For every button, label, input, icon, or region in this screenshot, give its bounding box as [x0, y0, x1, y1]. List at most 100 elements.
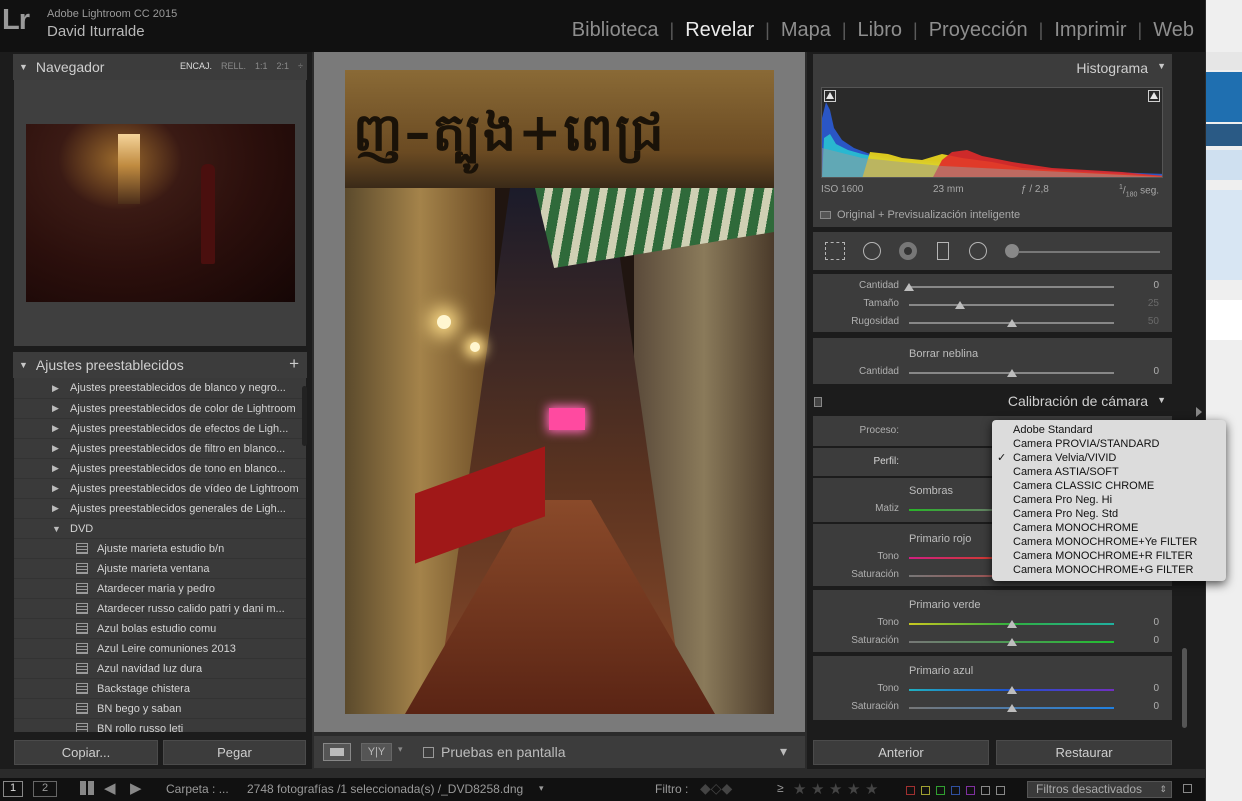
photo-count[interactable]: 2748 fotografías /1 seleccionada(s) /_DV…: [247, 782, 523, 796]
profile-option[interactable]: Camera CLASSIC CHROME: [992, 479, 1226, 493]
noise-size-thumb[interactable]: [955, 301, 966, 309]
profile-option[interactable]: Camera Pro Neg. Hi: [992, 493, 1226, 507]
right-panel-scrollbar[interactable]: [1182, 648, 1187, 728]
preset-item[interactable]: Atardecer maria y pedro: [14, 578, 306, 598]
star-icon[interactable]: ★: [865, 780, 878, 798]
preset-folder-open[interactable]: ▼ DVD: [14, 518, 306, 538]
expand-triangle-icon[interactable]: ▶: [52, 443, 70, 454]
secondary-window-button[interactable]: 2: [33, 781, 57, 797]
tool-slider[interactable]: [1018, 251, 1160, 253]
zoom-fit[interactable]: ENCAJ.: [180, 61, 212, 71]
green-hue-value[interactable]: 0: [1129, 617, 1159, 628]
calibration-toggle-icon[interactable]: [814, 397, 822, 407]
back-arrow-icon[interactable]: ◀: [104, 779, 116, 797]
softproof-checkbox[interactable]: [423, 747, 434, 758]
expand-triangle-icon[interactable]: ▶: [52, 483, 70, 494]
grid-view-icon[interactable]: [80, 781, 94, 795]
blue-hue-value[interactable]: 0: [1129, 683, 1159, 694]
navigator-preview[interactable]: [14, 80, 306, 346]
preset-folder[interactable]: ▶ Ajustes preestablecidos de efectos de L…: [14, 418, 306, 438]
star-icon[interactable]: ★: [829, 780, 842, 798]
primary-window-button[interactable]: 1: [3, 781, 23, 797]
toolbar-menu-icon[interactable]: ▾: [780, 743, 787, 760]
module-proyeccion[interactable]: Proyección: [918, 19, 1039, 42]
collapse-triangle-icon[interactable]: ▼: [19, 360, 28, 370]
module-revelar[interactable]: Revelar: [674, 19, 765, 42]
expand-triangle-icon[interactable]: ▶: [52, 383, 70, 394]
flag-filter-icon[interactable]: ◆◇◆: [700, 780, 732, 797]
purple-label-filter[interactable]: [966, 786, 975, 795]
green-hue-thumb[interactable]: [1006, 620, 1017, 628]
profile-option[interactable]: Adobe Standard: [992, 423, 1226, 437]
filter-lock-icon[interactable]: [1183, 784, 1192, 793]
profile-option[interactable]: ✓ Camera Velvia/VIVID: [992, 451, 1226, 465]
add-preset-icon[interactable]: +: [289, 354, 299, 374]
preset-folder[interactable]: ▶ Ajustes preestablecidos de vídeo de Lig…: [14, 478, 306, 498]
star-icon[interactable]: ★: [847, 780, 860, 798]
green-saturation-thumb[interactable]: [1006, 638, 1017, 646]
module-web[interactable]: Web: [1142, 19, 1205, 42]
before-after-button[interactable]: Y|Y: [361, 743, 392, 761]
blue-saturation-value[interactable]: 0: [1129, 701, 1159, 712]
dehaze-value[interactable]: 0: [1129, 366, 1159, 377]
adjustment-brush-icon[interactable]: [1005, 244, 1019, 258]
noise-size-value[interactable]: 25: [1129, 298, 1159, 309]
profile-option[interactable]: Camera MONOCHROME+Ye FILTER: [992, 535, 1226, 549]
graduated-filter-icon[interactable]: [937, 242, 949, 260]
reset-button[interactable]: Restaurar: [996, 740, 1172, 765]
preset-folder[interactable]: ▶ Ajustes preestablecidos de blanco y neg…: [14, 378, 306, 398]
module-libro[interactable]: Libro: [847, 19, 913, 42]
preset-folder[interactable]: ▶ Ajustes preestablecidos de tono en blan…: [14, 458, 306, 478]
radial-filter-icon[interactable]: [969, 242, 987, 260]
red-label-filter[interactable]: [906, 786, 915, 795]
preset-item[interactable]: Backstage chistera: [14, 678, 306, 698]
module-mapa[interactable]: Mapa: [770, 19, 842, 42]
preset-folder[interactable]: ▶ Ajustes preestablecidos de filtro en bl…: [14, 438, 306, 458]
main-photo[interactable]: ញ–ត្បូង+ពេជ្រ: [345, 70, 774, 714]
profile-option[interactable]: Camera MONOCHROME+G FILTER: [992, 563, 1226, 577]
crop-tool-icon[interactable]: [825, 242, 845, 260]
expand-triangle-icon[interactable]: ▶: [52, 423, 70, 434]
profile-option[interactable]: Camera Pro Neg. Std: [992, 507, 1226, 521]
module-biblioteca[interactable]: Biblioteca: [561, 19, 670, 42]
noise-amount-value[interactable]: 0: [1129, 280, 1159, 291]
expand-triangle-icon[interactable]: ▶: [52, 463, 70, 474]
zoom-fill[interactable]: RELL.: [221, 61, 246, 71]
zoom-1-1[interactable]: 1:1: [255, 61, 268, 71]
before-after-menu-icon[interactable]: ▾: [398, 744, 403, 755]
expand-triangle-icon[interactable]: ▶: [52, 503, 70, 514]
presets-scrollbar[interactable]: [302, 386, 307, 446]
rating-operator[interactable]: ≥: [777, 781, 784, 795]
folder-breadcrumb[interactable]: Carpeta : ...: [166, 782, 229, 796]
preset-item[interactable]: Azul navidad luz dura: [14, 658, 306, 678]
collapse-triangle-icon[interactable]: ▼: [1157, 61, 1166, 71]
star-icon[interactable]: ★: [811, 780, 824, 798]
noise-amount-thumb[interactable]: [904, 283, 914, 291]
profile-option[interactable]: Camera MONOCHROME: [992, 521, 1226, 535]
calibration-header[interactable]: Calibración de cámara ▼: [813, 389, 1172, 415]
module-imprimir[interactable]: Imprimir: [1043, 19, 1137, 42]
noise-amount-slider[interactable]: [909, 286, 1114, 288]
presets-header[interactable]: ▼ Ajustes preestablecidos +: [13, 352, 307, 378]
collapse-triangle-icon[interactable]: ▼: [19, 62, 28, 72]
green-label-filter[interactable]: [936, 786, 945, 795]
profile-option[interactable]: Camera PROVIA/STANDARD: [992, 437, 1226, 451]
preset-folder[interactable]: ▶ Ajustes preestablecidos de color de Lig…: [14, 398, 306, 418]
preview-mode-icon[interactable]: [820, 211, 831, 219]
collapse-triangle-icon[interactable]: ▼: [52, 524, 70, 534]
green-saturation-value[interactable]: 0: [1129, 635, 1159, 646]
loupe-view-icon[interactable]: [323, 743, 351, 761]
noise-roughness-thumb[interactable]: [1006, 319, 1017, 327]
preset-item[interactable]: Azul Leire comuniones 2013: [14, 638, 306, 658]
collapse-triangle-icon[interactable]: ▼: [1157, 395, 1166, 405]
preset-item[interactable]: Ajuste marieta ventana: [14, 558, 306, 578]
noise-size-slider[interactable]: [909, 304, 1114, 306]
blue-label-filter[interactable]: [951, 786, 960, 795]
zoom-2-1[interactable]: 2:1: [277, 61, 290, 71]
preset-item[interactable]: Azul bolas estudio comu: [14, 618, 306, 638]
histogram[interactable]: [821, 87, 1163, 178]
source-menu-icon[interactable]: ▾: [539, 783, 544, 794]
zoom-menu-icon[interactable]: ÷: [298, 61, 303, 71]
no-label-filter[interactable]: [996, 786, 1005, 795]
navigator-header[interactable]: ▼ Navegador ENCAJ. RELL. 1:1 2:1 ÷: [13, 54, 307, 80]
